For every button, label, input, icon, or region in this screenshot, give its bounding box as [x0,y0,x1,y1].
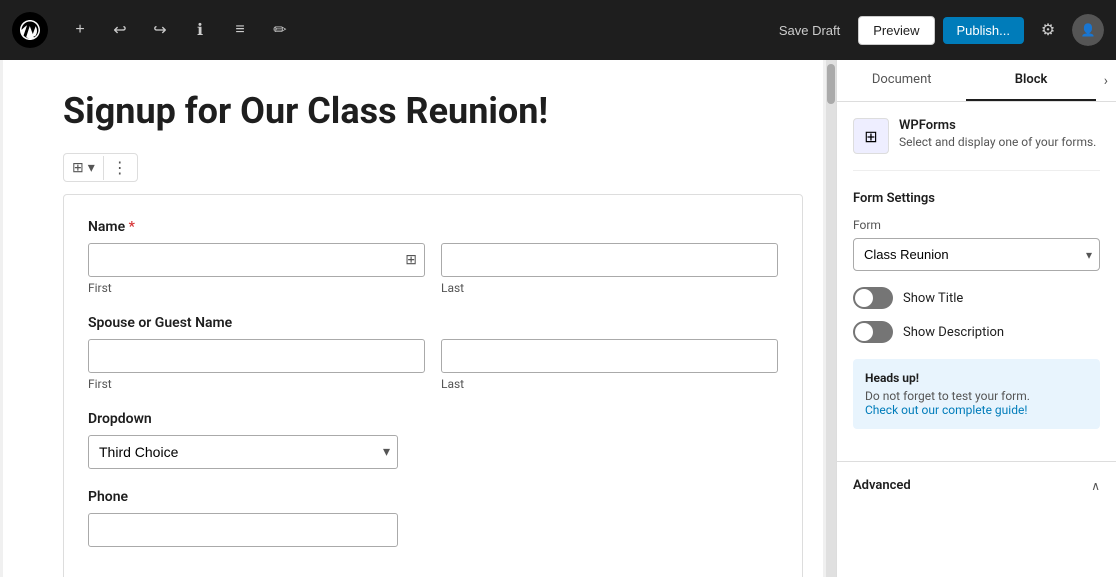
phone-field-group: Phone [88,489,778,547]
form-settings-title: Form Settings [853,191,1100,206]
plugin-name: WPForms [899,118,1096,133]
save-draft-button[interactable]: Save Draft [769,17,850,44]
heads-up-title: Heads up! [865,371,1088,385]
sidebar-tabs: Document Block › [837,60,1116,102]
spouse-name-field-group: Spouse or Guest Name First Last [88,315,778,391]
dropdown-label: Dropdown [88,411,778,427]
heads-up-text: Do not forget to test your form. Check o… [865,389,1088,417]
advanced-section: Advanced ∧ [837,461,1116,509]
dropdown-select[interactable]: Third Choice [88,435,398,469]
name-last-sublabel: Last [441,281,778,295]
name-field-group: Name * ⊞ First Last [88,219,778,295]
spouse-last-sublabel: Last [441,377,778,391]
page-title: Signup for Our Class Reunion! [63,90,803,133]
name-last-input[interactable] [441,243,778,277]
name-row: ⊞ First Last [88,243,778,295]
form-grid-icon: ⊞ [864,127,877,146]
chevron-down-icon: ▾ [88,160,95,176]
heads-up-link[interactable]: Check out our complete guide! [865,403,1027,417]
show-title-toggle[interactable] [853,287,893,309]
edit-button[interactable]: ✏ [264,14,296,46]
editor-content: Signup for Our Class Reunion! ⊞ ▾ ⋮ Name… [3,60,823,577]
main-layout: Signup for Our Class Reunion! ⊞ ▾ ⋮ Name… [0,60,1116,577]
show-description-toggle[interactable] [853,321,893,343]
sidebar: Document Block › ⊞ WPForms Select and di… [836,60,1116,577]
block-toolbar: ⊞ ▾ ⋮ [63,153,138,182]
dropdown-field-group: Dropdown Third Choice ▾ [88,411,778,469]
name-last-col: Last [441,243,778,295]
wp-logo[interactable] [12,12,48,48]
form-preview: Name * ⊞ First Last [63,194,803,577]
tab-block[interactable]: Block [966,60,1095,101]
required-star: * [129,219,135,235]
wpforms-text: WPForms Select and display one of your f… [899,118,1096,154]
form-select-wrapper: Class ReunionContact FormSurvey ▾ [853,238,1100,271]
advanced-section-header[interactable]: Advanced ∧ [853,478,1100,493]
wpforms-block-info: ⊞ WPForms Select and display one of your… [853,118,1100,171]
spouse-first-input[interactable] [88,339,425,373]
toggle-knob-2 [855,323,873,341]
show-title-label: Show Title [903,291,963,306]
advanced-title: Advanced [853,478,911,493]
form-settings-section: Form Settings Form Class ReunionContact … [853,191,1100,343]
form-settings-form-label: Form [853,218,1100,232]
name-first-input[interactable] [88,243,425,277]
show-title-row: Show Title [853,287,1100,309]
plugin-desc: Select and display one of your forms. [899,135,1096,149]
add-block-button[interactable]: + [64,14,96,46]
spouse-name-row: First Last [88,339,778,391]
wpforms-icon: ⊞ [853,118,889,154]
more-options-button[interactable]: ⋮ [104,154,137,181]
advanced-chevron-icon: ∧ [1091,479,1100,493]
sidebar-content: ⊞ WPForms Select and display one of your… [837,102,1116,461]
show-description-row: Show Description [853,321,1100,343]
input-icon: ⊞ [405,252,417,268]
name-first-input-wrapper: ⊞ [88,243,425,277]
phone-label: Phone [88,489,778,505]
editor-area: Signup for Our Class Reunion! ⊞ ▾ ⋮ Name… [0,60,826,577]
preview-button[interactable]: Preview [858,16,934,45]
spouse-first-col: First [88,339,425,391]
spouse-last-input[interactable] [441,339,778,373]
info-button[interactable]: ℹ [184,14,216,46]
name-first-sublabel: First [88,281,425,295]
heads-up-box: Heads up! Do not forget to test your for… [853,359,1100,429]
name-label: Name * [88,219,778,235]
block-toolbar-left[interactable]: ⊞ ▾ [64,156,104,180]
avatar: 👤 [1072,14,1104,46]
spouse-first-sublabel: First [88,377,425,391]
toggle-knob [855,289,873,307]
spouse-last-col: Last [441,339,778,391]
publish-button[interactable]: Publish... [943,17,1024,44]
scrollbar-thumb [827,64,835,104]
sidebar-collapse-button[interactable]: › [1096,60,1116,101]
redo-button[interactable]: ↪ [144,14,176,46]
tab-document[interactable]: Document [837,60,966,101]
show-description-label: Show Description [903,325,1004,340]
undo-button[interactable]: ↩ [104,14,136,46]
user-avatar-button[interactable]: 👤 [1072,14,1104,46]
top-bar: + ↩ ↪ ℹ ≡ ✏ Save Draft Preview Publish..… [0,0,1116,60]
form-icon: ⊞ [72,160,84,176]
list-view-button[interactable]: ≡ [224,14,256,46]
spouse-name-label: Spouse or Guest Name [88,315,778,331]
name-first-col: ⊞ First [88,243,425,295]
editor-scrollbar[interactable] [826,60,836,577]
form-select[interactable]: Class ReunionContact FormSurvey [853,238,1100,271]
settings-button[interactable]: ⚙ [1032,14,1064,46]
phone-input[interactable] [88,513,398,547]
